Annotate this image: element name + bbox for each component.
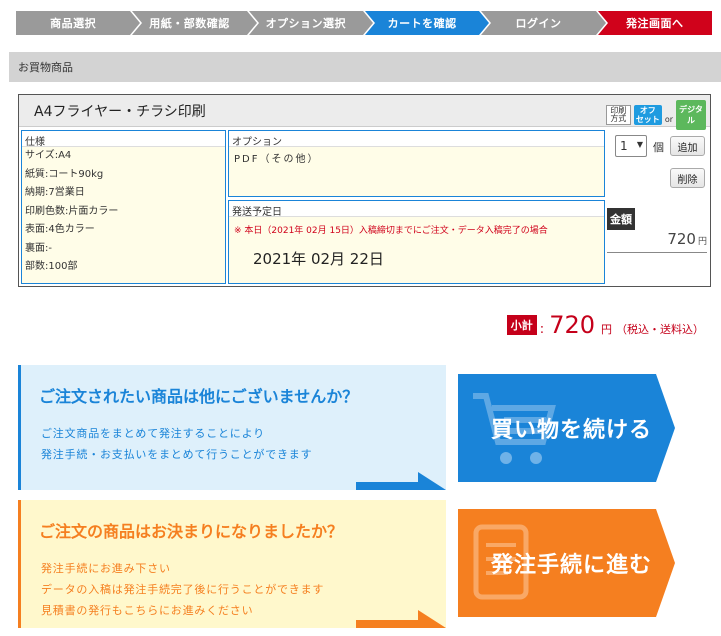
- step-order-page[interactable]: 発注画面へ: [597, 11, 712, 35]
- arrow-right-icon: [356, 610, 446, 628]
- step-label: カートを確認: [387, 17, 457, 30]
- print-method-label: 印刷 方式: [605, 105, 631, 125]
- checkout-banner-line: 見積書の発行もこちらにお進みください: [41, 604, 254, 617]
- spec-line: 納期:7営業日: [25, 187, 85, 198]
- shipping-label: 発送予定日: [229, 201, 604, 218]
- step-option-select[interactable]: オプション選択: [248, 11, 376, 35]
- continue-banner-title: ご注文されたい商品は他にございませんか？: [39, 387, 359, 406]
- offset-badge: オフ セット: [633, 105, 662, 125]
- step-label: 発注画面へ: [626, 17, 684, 30]
- shipping-date: 2021年 02月 22日: [253, 250, 384, 268]
- arrow-right-icon: [356, 472, 446, 490]
- spec-list: サイズ:A4 紙質:コート90kg 納期:7営業日 印刷色数:片面カラー 表面:…: [22, 147, 225, 277]
- quantity-area: 1 ▼ 個 追加 削除: [615, 135, 707, 195]
- method-or-text: or: [664, 114, 673, 124]
- subtotal: 小計 : 720 円 （税込・送料込）: [506, 311, 704, 339]
- digital-badge: デジタル: [676, 100, 706, 130]
- spec-line: サイズ:A4: [25, 150, 72, 161]
- proceed-order-button[interactable]: 発注手続に進む: [458, 509, 675, 617]
- continue-shopping-button[interactable]: 買い物を続ける: [458, 374, 675, 482]
- quantity-unit: 個: [653, 141, 664, 154]
- step-cart-confirm: カートを確認: [364, 11, 492, 35]
- option-value: PDF（その他）: [234, 154, 320, 165]
- add-button[interactable]: 追加: [670, 136, 705, 156]
- price-label: 金額: [607, 208, 635, 230]
- subtotal-label: 小計: [506, 315, 537, 335]
- price-value: 720: [667, 230, 696, 248]
- continue-button-label: 買い物を続ける: [490, 418, 652, 443]
- shipping-box: 発送予定日 ※ 本日（2021年 02月 15日）入稿締切までにご注文・データ入…: [228, 200, 605, 284]
- spec-box: 仕様 サイズ:A4 紙質:コート90kg 納期:7営業日 印刷色数:片面カラー …: [21, 130, 226, 284]
- step-label: 用紙・部数確認: [149, 17, 230, 30]
- chevron-down-icon: ▼: [636, 140, 643, 149]
- price-value-row: 720 円: [607, 230, 707, 253]
- step-label: ログイン: [515, 17, 562, 30]
- price-unit: 円: [697, 237, 707, 247]
- step-product-select[interactable]: 商品選択: [16, 11, 143, 35]
- section-header: お買物商品: [9, 52, 721, 82]
- checkout-banner-title: ご注文の商品はお決まりになりましたか？: [39, 522, 344, 541]
- subtotal-value: 720: [549, 311, 595, 339]
- checkout-banner: ご注文の商品はお決まりになりましたか？ 発注手続にお進み下さい データの入稿は発…: [18, 500, 446, 628]
- spec-line: 部数:100部: [25, 261, 78, 272]
- proceed-button-label: 発注手続に進む: [490, 553, 652, 578]
- spec-label: 仕様: [22, 131, 225, 148]
- checkout-banner-line: データの入稿は発注手続完了後に行うことができます: [41, 583, 325, 596]
- section-title: お買物商品: [18, 61, 73, 74]
- quantity-value: 1: [620, 139, 628, 153]
- subtotal-colon: :: [539, 322, 545, 337]
- continue-banner-line: 発注手続・お支払いをまとめて行うことができます: [41, 448, 313, 461]
- shipping-note: ※ 本日（2021年 02月 15日）入稿締切までにご注文・データ入稿完了の場合: [234, 226, 548, 236]
- step-paper-quantity[interactable]: 用紙・部数確認: [132, 11, 260, 35]
- checkout-steps: 商品選択 用紙・部数確認 オプション選択 カートを確認 ログイン 発注画面へ: [16, 11, 714, 35]
- step-label: 商品選択: [50, 17, 97, 30]
- product-name: A4フライヤー・チラシ印刷: [34, 103, 206, 120]
- subtotal-tax-note: （税込・送料込）: [616, 323, 704, 336]
- cart-item: A4フライヤー・チラシ印刷 印刷 方式 オフ セット or デジタル 仕様 サイ…: [18, 94, 711, 287]
- delete-button[interactable]: 削除: [670, 168, 705, 188]
- quantity-select[interactable]: 1 ▼: [615, 135, 647, 157]
- checkout-banner-text: 発注手続にお進み下さい データの入稿は発注手続完了後に行うことができます 見積書…: [41, 558, 324, 621]
- spec-line: 表面:4色カラー: [25, 224, 95, 235]
- step-login: ログイン: [481, 11, 609, 35]
- option-box: オプション PDF（その他）: [228, 130, 605, 197]
- continue-banner-text: ご注文商品をまとめて発注することにより 発注手続・お支払いをまとめて行うことがで…: [41, 423, 312, 465]
- option-label: オプション: [229, 131, 604, 148]
- continue-shopping-banner: ご注文されたい商品は他にございませんか？ ご注文商品をまとめて発注することにより…: [18, 365, 446, 490]
- spec-line: 裏面:-: [25, 242, 52, 254]
- spec-line: 紙質:コート90kg: [25, 168, 104, 180]
- print-method-badges: 印刷 方式 オフ セット or デジタル: [605, 100, 706, 130]
- subtotal-unit: 円: [601, 323, 612, 336]
- spec-line: 印刷色数:片面カラー: [25, 205, 119, 217]
- continue-banner-line: ご注文商品をまとめて発注することにより: [41, 427, 265, 440]
- step-label: オプション選択: [265, 17, 347, 30]
- checkout-banner-line: 発注手続にお進み下さい: [41, 562, 171, 575]
